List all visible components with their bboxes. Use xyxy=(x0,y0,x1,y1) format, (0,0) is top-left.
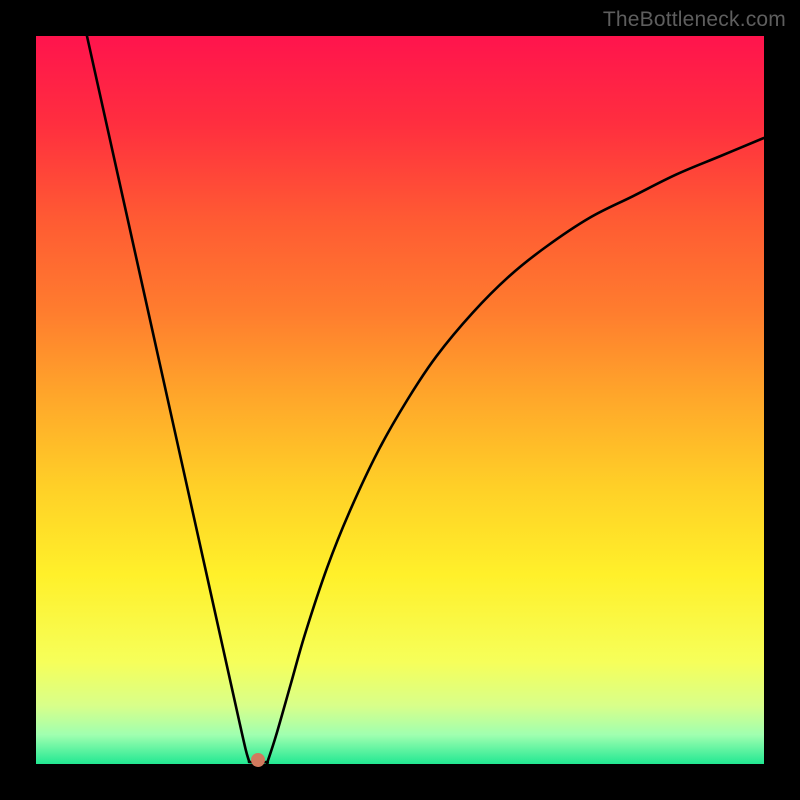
minimum-point-marker xyxy=(251,753,265,767)
gradient-background xyxy=(36,36,764,764)
chart-svg xyxy=(36,36,764,764)
watermark: TheBottleneck.com xyxy=(603,8,786,32)
chart-frame xyxy=(36,36,764,764)
